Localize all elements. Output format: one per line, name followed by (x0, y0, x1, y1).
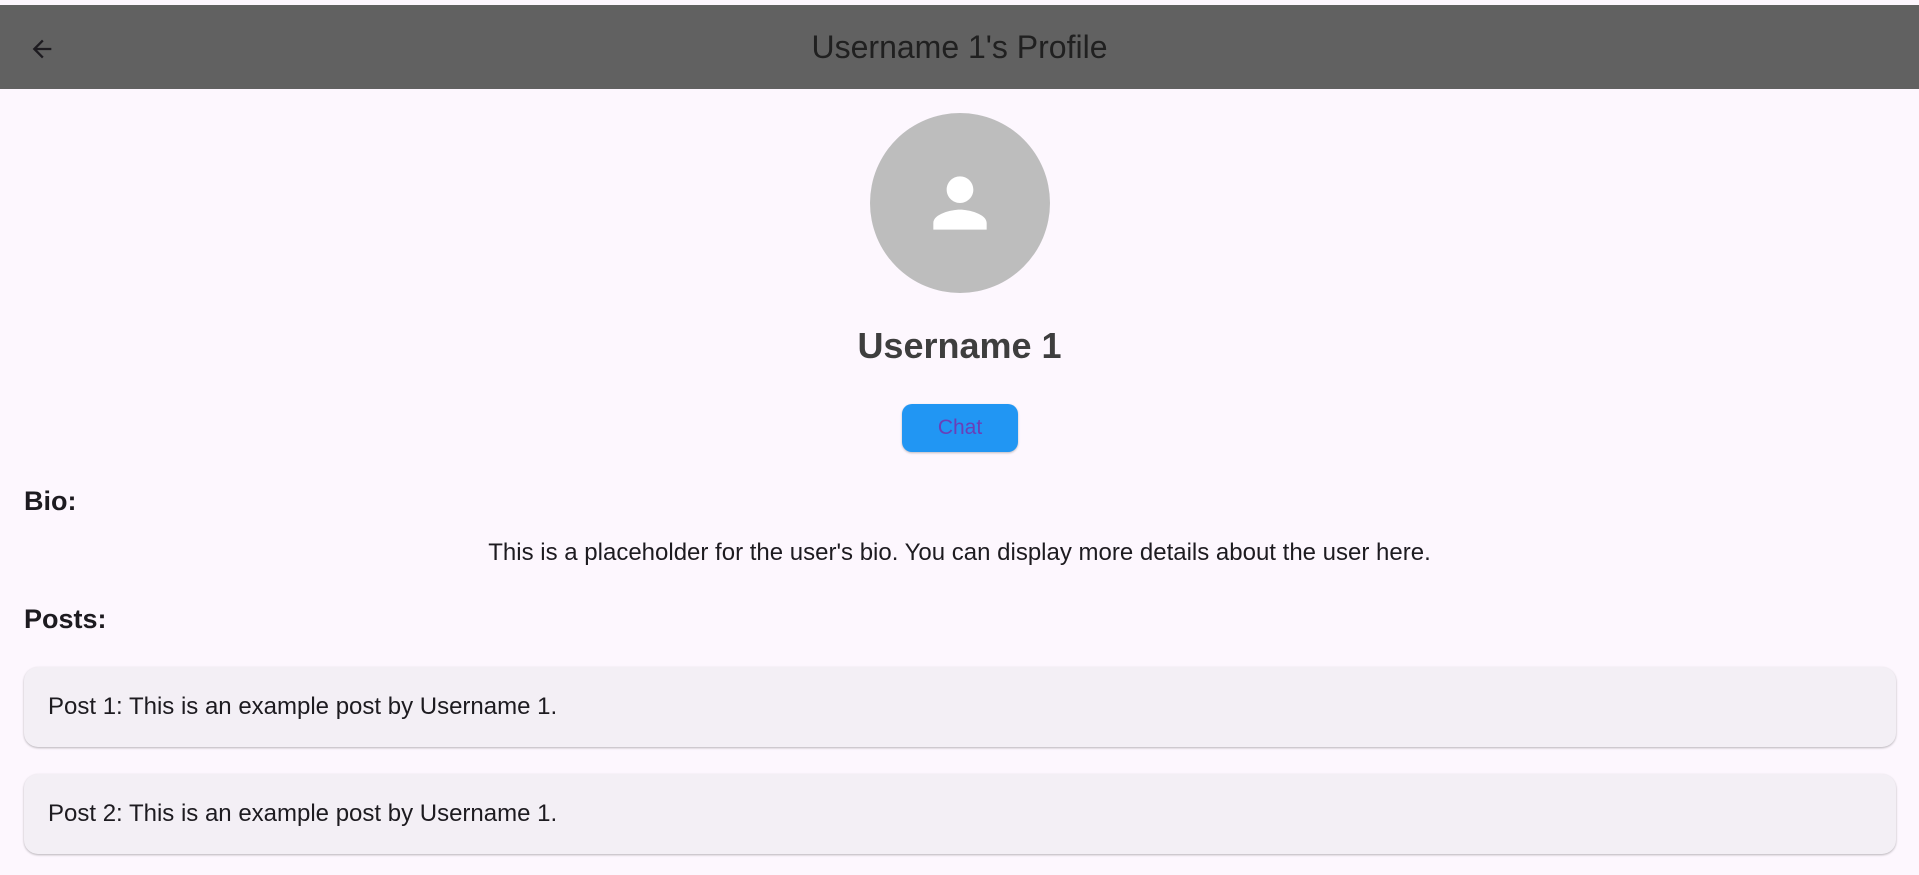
post-card[interactable]: Post 2: This is an example post by Usern… (24, 774, 1896, 854)
person-icon (933, 176, 987, 230)
chat-button[interactable]: Chat (902, 404, 1018, 452)
post-text: Post 2: This is an example post by Usern… (48, 800, 558, 827)
posts-heading: Posts: (24, 604, 107, 634)
post-card[interactable]: Post 1: This is an example post by Usern… (24, 667, 1896, 747)
avatar (870, 113, 1050, 293)
bio-heading: Bio: (24, 486, 77, 516)
bio-text: This is a placeholder for the user's bio… (488, 539, 1431, 566)
post-text: Post 1: This is an example post by Usern… (48, 693, 558, 720)
page-title: Username 1's Profile (811, 29, 1108, 65)
profile-username: Username 1 (857, 325, 1062, 366)
